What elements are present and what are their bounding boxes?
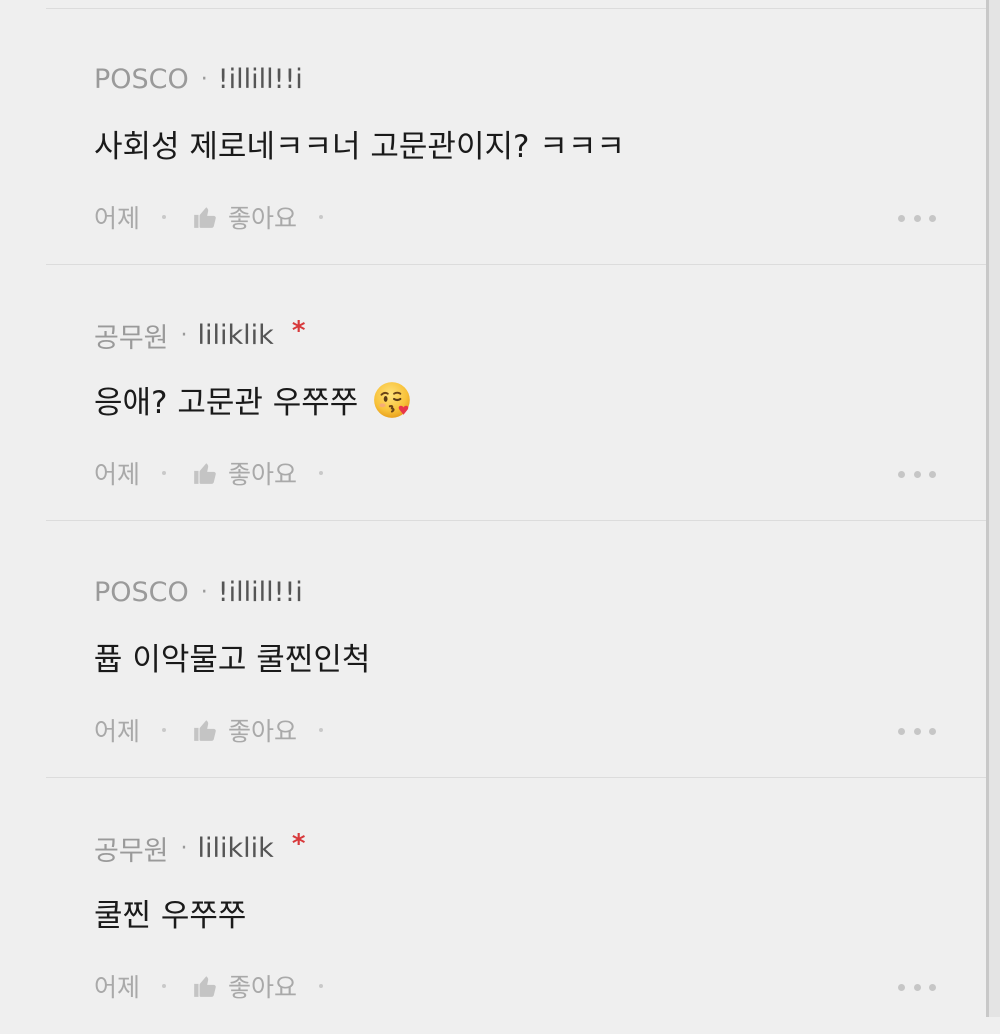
comment-author[interactable]: POSCO · !illill!!i: [94, 59, 303, 99]
scrollbar[interactable]: [986, 0, 1000, 1017]
more-options-button[interactable]: [898, 207, 936, 229]
original-poster-mark: *: [291, 829, 306, 859]
dot-separator: [319, 728, 324, 732]
more-dots-icon: [898, 727, 905, 735]
comment-text: 퓹 이악물고 쿨찐인척: [94, 634, 370, 679]
author-company: 공무원: [94, 322, 169, 354]
more-options-button[interactable]: [898, 463, 936, 485]
dot-separator: [319, 471, 324, 475]
more-dot: [929, 983, 936, 991]
comment-text-content: 쿨찐 우쭈쭈: [94, 898, 247, 934]
comment-item: 공무원 · liliklik * 쿨찐 우쭈쭈 어제 좋아요: [0, 778, 986, 1034]
comment-item: POSCO · !illill!!i 퓹 이악물고 쿨찐인척 어제 좋아요: [0, 522, 986, 778]
author-company: POSCO: [94, 63, 189, 95]
more-dot: [929, 727, 936, 735]
dot-separator: [319, 984, 324, 988]
comment-time: 어제: [94, 717, 141, 746]
like-button[interactable]: 좋아요: [192, 968, 297, 1004]
dot-separator: [162, 728, 167, 732]
more-dot: [913, 727, 921, 735]
author-nickname: !illill!!i: [217, 576, 303, 608]
comment-item: 공무원 · liliklik * 응애? 고문관 우쭈쭈 어제 좋아요: [0, 265, 986, 521]
like-button[interactable]: 좋아요: [192, 712, 297, 748]
author-nickname: liliklik: [197, 319, 274, 351]
author-company: 공무원: [94, 835, 169, 867]
more-dot: [929, 470, 936, 478]
comment-time: 어제: [94, 460, 141, 489]
author-company: POSCO: [94, 576, 189, 608]
more-dot: [913, 214, 921, 222]
kissing-face-with-heart-emoji: [374, 381, 411, 418]
more-dots-icon: [898, 470, 905, 478]
comment-text: 응애? 고문관 우쭈쭈: [94, 377, 414, 422]
like-button[interactable]: 좋아요: [192, 199, 297, 235]
author-nickname: !illill!!i: [217, 63, 303, 95]
comment-time: 어제: [94, 973, 141, 1002]
thumbs-up-icon: [194, 463, 216, 484]
comment-actions: 어제 좋아요: [94, 197, 324, 237]
comment-item: POSCO · !illill!!i 사회성 제로네ㅋㅋ너 고문관이지? ㅋㅋㅋ…: [0, 9, 986, 265]
like-label: 좋아요: [228, 204, 298, 233]
comment-actions: 어제 좋아요: [94, 966, 324, 1006]
like-label: 좋아요: [228, 717, 298, 746]
dot-separator: [162, 984, 167, 988]
meta-separator: ·: [180, 835, 188, 861]
dot-separator: [162, 471, 167, 475]
comment-text-content: 퓹 이악물고 쿨찐인척: [94, 642, 371, 678]
like-label: 좋아요: [228, 460, 298, 489]
more-dot: [929, 214, 936, 222]
meta-separator: ·: [200, 66, 208, 92]
more-dot: [913, 470, 921, 478]
comment-text-content: 사회성 제로네ㅋㅋ너 고문관이지? ㅋㅋㅋ: [94, 129, 625, 165]
more-dots-icon: [898, 983, 905, 991]
thumbs-up-icon: [194, 976, 216, 997]
author-nickname: liliklik: [197, 832, 274, 864]
comment-time: 어제: [94, 204, 141, 233]
more-dots-icon: [898, 214, 905, 222]
more-options-button[interactable]: [898, 976, 936, 998]
comment-text: 쿨찐 우쭈쭈: [94, 890, 246, 935]
thumbs-up-icon: [194, 207, 216, 228]
dot-separator: [319, 215, 324, 219]
comment-author[interactable]: 공무원 · liliklik *: [94, 315, 305, 355]
like-button[interactable]: 좋아요: [192, 455, 297, 491]
more-dot: [913, 983, 921, 991]
original-poster-mark: *: [291, 316, 306, 346]
comment-actions: 어제 좋아요: [94, 453, 324, 493]
divider: [46, 520, 986, 521]
thumbs-up-icon: [194, 720, 216, 741]
more-options-button[interactable]: [898, 720, 936, 742]
comment-text-content: 응애? 고문관 우쭈쭈: [94, 385, 359, 421]
comment-text: 사회성 제로네ㅋㅋ너 고문관이지? ㅋㅋㅋ: [94, 121, 625, 166]
comment-actions: 어제 좋아요: [94, 710, 324, 750]
dot-separator: [162, 215, 167, 219]
meta-separator: ·: [200, 579, 208, 605]
comment-author[interactable]: POSCO · !illill!!i: [94, 572, 303, 612]
meta-separator: ·: [180, 322, 188, 348]
comment-author[interactable]: 공무원 · liliklik *: [94, 828, 305, 868]
like-label: 좋아요: [228, 973, 298, 1002]
